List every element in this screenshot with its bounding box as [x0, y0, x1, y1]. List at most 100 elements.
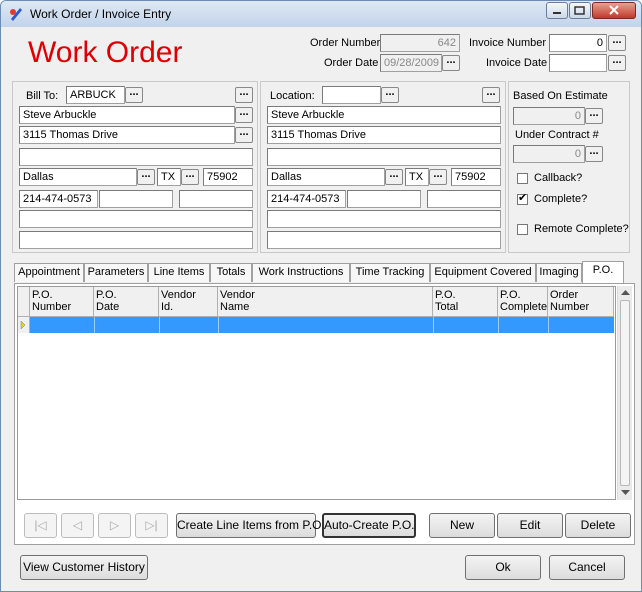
create-line-items-button[interactable]: Create Line Items from P.O.: [176, 513, 325, 538]
client-area: Work Order Order Number 642 Order Date 0…: [6, 28, 636, 590]
new-button[interactable]: New: [429, 513, 495, 538]
minimize-icon: [553, 12, 561, 14]
view-customer-history-button[interactable]: View Customer History: [20, 555, 148, 580]
bill-to-state-field[interactable]: TX: [157, 168, 181, 186]
tab-equipment-covered[interactable]: Equipment Covered: [430, 263, 536, 282]
bill-to-name-lookup-button[interactable]: ...: [235, 107, 253, 123]
table-row[interactable]: [30, 317, 614, 333]
restore-button[interactable]: [569, 2, 591, 19]
estimate-lookup-button[interactable]: ...: [585, 108, 603, 124]
remote-complete-checkbox[interactable]: [517, 224, 528, 235]
bill-to-phone-field[interactable]: 214-474-0573: [19, 190, 98, 208]
invoice-date-lookup-button[interactable]: ...: [608, 55, 626, 71]
lookup-dots-icon: ...: [446, 54, 456, 66]
bill-to-city-lookup-button[interactable]: ...: [137, 169, 155, 185]
bill-to-browse-button[interactable]: ...: [235, 87, 253, 103]
tab-po[interactable]: P.O.: [582, 261, 624, 283]
scroll-down-icon: [621, 490, 630, 495]
po-grid[interactable]: P.O. Number P.O. Date Vendor Id. Vendor Name…: [17, 286, 616, 500]
remote-complete-label: Remote Complete?: [534, 223, 629, 235]
minimize-button[interactable]: [546, 2, 568, 19]
bill-to-city-field[interactable]: Dallas: [19, 168, 137, 186]
lookup-dots-icon: ...: [239, 106, 249, 118]
invoice-date-field[interactable]: [549, 54, 607, 72]
bill-to-address-lookup-button[interactable]: ...: [235, 127, 253, 143]
tab-time-tracking[interactable]: Time Tracking: [350, 263, 430, 282]
ok-button[interactable]: Ok: [465, 555, 541, 580]
location-state-lookup-button[interactable]: ...: [429, 169, 447, 185]
record-last-button[interactable]: ▷|: [135, 513, 168, 538]
record-first-button[interactable]: |◁: [24, 513, 57, 538]
bill-to-phone3-field[interactable]: [179, 190, 253, 208]
tab-totals[interactable]: Totals: [210, 263, 252, 282]
col-header-vendor-id[interactable]: Vendor Id.: [159, 287, 218, 317]
bill-to-extra1-field[interactable]: [19, 210, 253, 228]
tab-parameters[interactable]: Parameters: [84, 263, 148, 282]
col-header-po-number[interactable]: P.O. Number: [30, 287, 94, 317]
bill-to-address1-field[interactable]: 3115 Thomas Drive: [19, 126, 235, 144]
tab-line-items[interactable]: Line Items: [148, 263, 210, 282]
bill-to-zip-field[interactable]: 75902: [203, 168, 253, 186]
close-button[interactable]: [592, 2, 636, 19]
record-last-icon: ▷|: [145, 518, 158, 532]
order-number-field[interactable]: 642: [380, 34, 460, 52]
complete-checkbox[interactable]: ✔: [517, 192, 528, 205]
location-address2-field[interactable]: [267, 148, 501, 166]
delete-button[interactable]: Delete: [565, 513, 631, 538]
location-phone2-field[interactable]: [347, 190, 421, 208]
contract-lookup-button[interactable]: ...: [585, 146, 603, 162]
edit-button[interactable]: Edit: [497, 513, 563, 538]
location-address1-field[interactable]: 3115 Thomas Drive: [267, 126, 501, 144]
record-prev-button[interactable]: ◁: [61, 513, 94, 538]
record-next-button[interactable]: ▷: [98, 513, 131, 538]
tab-work-instructions[interactable]: Work Instructions: [252, 263, 350, 282]
col-header-order-number[interactable]: Order Number: [548, 287, 614, 317]
auto-create-po-button[interactable]: Auto-Create P.O.: [322, 513, 416, 538]
location-code-field[interactable]: [322, 86, 381, 104]
scroll-up-icon: [621, 290, 630, 295]
order-date-lookup-button[interactable]: ...: [442, 55, 460, 71]
order-date-field[interactable]: 09/28/2009: [380, 54, 442, 72]
location-zip-field[interactable]: 75902: [451, 168, 501, 186]
lookup-dots-icon: ...: [589, 145, 599, 157]
col-header-po-date[interactable]: P.O. Date: [94, 287, 159, 317]
location-city-lookup-button[interactable]: ...: [385, 169, 403, 185]
checkmark-icon: ✔: [518, 192, 528, 204]
po-grid-scrollbar[interactable]: [617, 286, 632, 500]
lookup-dots-icon: ...: [239, 86, 249, 98]
title-bar: Work Order / Invoice Entry: [1, 1, 641, 27]
bill-to-lookup-button[interactable]: ...: [125, 87, 143, 103]
invoice-number-field[interactable]: 0: [549, 34, 607, 52]
bill-to-phone2-field[interactable]: [99, 190, 173, 208]
col-header-po-total[interactable]: P.O. Total: [433, 287, 498, 317]
location-browse-button[interactable]: ...: [482, 87, 500, 103]
lookup-dots-icon: ...: [141, 168, 151, 180]
col-header-po-complete[interactable]: P.O. Complete: [498, 287, 548, 317]
bill-to-code-field[interactable]: ARBUCK: [66, 86, 125, 104]
location-lookup-button[interactable]: ...: [381, 87, 399, 103]
under-contract-label: Under Contract #: [515, 129, 599, 141]
location-extra2-field[interactable]: [267, 231, 501, 249]
callback-checkbox[interactable]: [517, 173, 528, 184]
based-on-estimate-field[interactable]: 0: [513, 107, 585, 125]
bill-to-extra2-field[interactable]: [19, 231, 253, 249]
restore-icon: [574, 6, 585, 15]
location-phone-field[interactable]: 214-474-0573: [267, 190, 346, 208]
tab-imaging[interactable]: Imaging: [536, 263, 582, 282]
cancel-button[interactable]: Cancel: [549, 555, 625, 580]
scroll-thumb[interactable]: [620, 300, 630, 486]
under-contract-field[interactable]: 0: [513, 145, 585, 163]
location-city-field[interactable]: Dallas: [267, 168, 385, 186]
location-state-field[interactable]: TX: [405, 168, 429, 186]
bill-to-state-lookup-button[interactable]: ...: [181, 169, 199, 185]
invoice-number-lookup-button[interactable]: ...: [608, 35, 626, 51]
location-phone3-field[interactable]: [427, 190, 501, 208]
bill-to-name-field[interactable]: Steve Arbuckle: [19, 106, 235, 124]
lookup-dots-icon: ...: [433, 168, 443, 180]
record-prev-icon: ◁: [72, 518, 83, 532]
tab-appointment[interactable]: Appointment: [14, 263, 84, 282]
location-name-field[interactable]: Steve Arbuckle: [267, 106, 501, 124]
location-extra1-field[interactable]: [267, 210, 501, 228]
bill-to-address2-field[interactable]: [19, 148, 253, 166]
col-header-vendor-name[interactable]: Vendor Name: [218, 287, 433, 317]
